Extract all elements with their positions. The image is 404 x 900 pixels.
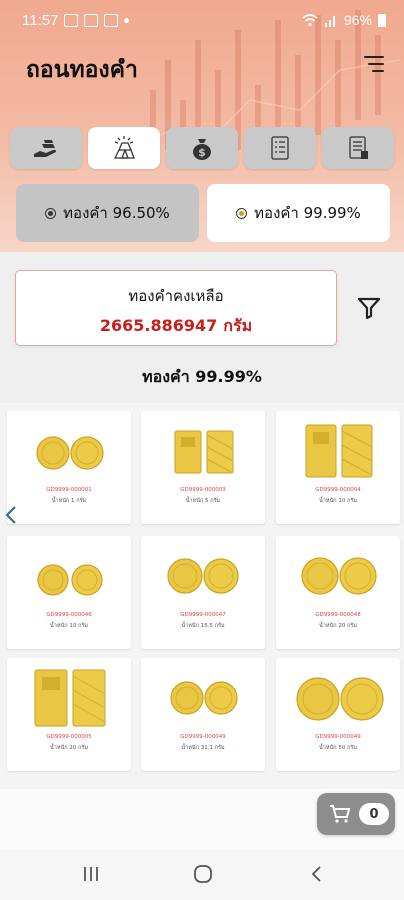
gold-coin-image bbox=[170, 681, 238, 715]
product-code: GD9999-000047 bbox=[180, 612, 226, 618]
status-bar: 11:57 96% bbox=[0, 0, 404, 44]
balance-card: ทองคำคงเหลือ 2665.886947 กรัม bbox=[15, 270, 337, 346]
product-card[interactable]: GD9999-000048 น้ำหนัก 20 กรัม bbox=[276, 536, 400, 649]
tab-deposit[interactable] bbox=[10, 127, 82, 169]
product-code: GD9999-000049 bbox=[180, 734, 226, 740]
svg-text:$: $ bbox=[198, 146, 206, 159]
product-card[interactable]: GD9999-000003 น้ำหนัก 5 กรัม bbox=[141, 411, 265, 524]
notification-dot-icon bbox=[124, 18, 129, 23]
back-icon[interactable] bbox=[306, 864, 328, 884]
gold-bar-image bbox=[34, 669, 106, 727]
notification-icons bbox=[64, 14, 129, 27]
balance-amount: 2665.886947 bbox=[99, 316, 218, 335]
purity-selector: ทองคำ 96.50% ทองคำ 99.99% bbox=[16, 184, 390, 242]
product-code: GD9999-000048 bbox=[315, 612, 361, 618]
system-nav-bar bbox=[0, 849, 404, 900]
chevron-left-icon[interactable] bbox=[4, 505, 18, 525]
wifi-icon bbox=[302, 13, 318, 26]
status-time: 11:57 bbox=[22, 12, 59, 29]
gold-coin-image bbox=[296, 677, 384, 721]
purity-option-label: ทองคำ 99.99% bbox=[254, 204, 361, 222]
product-weight: น้ำหนัก 20 กรัม bbox=[50, 745, 88, 751]
product-weight: น้ำหนัก 50 กรัม bbox=[319, 745, 357, 751]
gallery-icon bbox=[64, 14, 78, 27]
product-weight: น้ำหนัก 15.5 กรัม bbox=[181, 623, 225, 629]
battery-icon bbox=[378, 13, 386, 27]
product-weight: น้ำหนัก 20 กรัม bbox=[319, 623, 357, 629]
product-code: GD9999-000046 bbox=[46, 612, 92, 618]
product-card[interactable]: GD9999-000004 น้ำหนัก 10 กรัม bbox=[276, 411, 400, 524]
purity-option-9650[interactable]: ทองคำ 96.50% bbox=[16, 184, 199, 242]
product-card[interactable]: GD9999-000005 น้ำหนัก 20 กรัม bbox=[7, 658, 131, 771]
product-card[interactable]: GD9999-000046 น้ำหนัก 10 กรัม bbox=[7, 536, 131, 649]
gold-bar-image bbox=[305, 424, 373, 478]
hand-gold-icon bbox=[34, 140, 56, 157]
tab-report[interactable] bbox=[322, 127, 394, 169]
balance-unit: กรัม bbox=[223, 316, 253, 335]
home-icon[interactable] bbox=[192, 864, 214, 884]
product-weight: น้ำหนัก 10 กรัม bbox=[50, 623, 88, 629]
gold-coin-image bbox=[37, 564, 103, 596]
report-icon bbox=[349, 136, 368, 159]
checklist-icon bbox=[271, 136, 289, 160]
cart-count-badge: 0 bbox=[359, 803, 389, 825]
balance-label: ทองคำคงเหลือ bbox=[128, 287, 224, 305]
gold-coin-image bbox=[301, 557, 377, 595]
filter-icon[interactable] bbox=[357, 297, 381, 319]
product-card[interactable]: GD9999-000047 น้ำหนัก 15.5 กรัม bbox=[141, 536, 265, 649]
money-bag-icon: $ bbox=[193, 139, 211, 160]
status-indicators: 96% bbox=[302, 12, 386, 28]
product-weight: น้ำหนัก 31.1 กรัม bbox=[181, 745, 225, 751]
product-code: GD9999-000004 bbox=[315, 487, 361, 493]
product-code: GD9999-000049 bbox=[315, 734, 361, 740]
product-weight: น้ำหนัก 5 กรัม bbox=[185, 498, 221, 504]
purity-option-label: ทองคำ 96.50% bbox=[63, 204, 170, 222]
product-weight: น้ำหนัก 10 กรัม bbox=[319, 498, 357, 504]
menu-icon[interactable] bbox=[360, 54, 384, 74]
header-background: 11:57 96% ถอนทองคำ $ ทองคำ 96.50% ทองคำ … bbox=[0, 0, 404, 252]
recent-apps-icon[interactable] bbox=[80, 864, 102, 884]
tab-money[interactable]: $ bbox=[166, 127, 238, 169]
section-title: ทองคำ 99.99% bbox=[142, 367, 262, 386]
product-card[interactable]: GD9999-000001 น้ำหนัก 1 กรัม bbox=[7, 411, 131, 524]
gold-coin-image bbox=[36, 436, 104, 470]
purity-option-9999[interactable]: ทองคำ 99.99% bbox=[207, 184, 390, 242]
page-title: ถอนทองคำ bbox=[26, 57, 138, 83]
radio-selected-icon bbox=[236, 207, 248, 219]
cart-button[interactable]: 0 bbox=[317, 793, 395, 835]
product-card[interactable]: GD9999-000049 น้ำหนัก 50 กรัม bbox=[276, 658, 400, 771]
gold-coin-image bbox=[167, 558, 239, 594]
battery-percent: 96% bbox=[343, 12, 372, 28]
app-icon bbox=[104, 14, 118, 27]
tab-gold-bars[interactable] bbox=[88, 127, 160, 169]
product-card[interactable]: GD9999-000049 น้ำหนัก 31.1 กรัม bbox=[141, 658, 265, 771]
gold-bar-image bbox=[174, 430, 234, 474]
category-tabs: $ bbox=[10, 127, 394, 169]
mail-icon bbox=[84, 14, 98, 27]
cart-icon bbox=[330, 805, 351, 823]
radio-icon bbox=[45, 207, 57, 219]
product-weight: น้ำหนัก 1 กรัม bbox=[51, 498, 87, 504]
product-code: GD9999-000005 bbox=[46, 734, 92, 740]
balance-value-row: 2665.886947 กรัม bbox=[16, 314, 336, 339]
signal-icon bbox=[324, 15, 335, 27]
product-code: GD9999-000001 bbox=[46, 487, 92, 493]
product-code: GD9999-000003 bbox=[180, 487, 226, 493]
gold-bars-icon bbox=[113, 136, 135, 159]
tab-checklist[interactable] bbox=[244, 127, 316, 169]
